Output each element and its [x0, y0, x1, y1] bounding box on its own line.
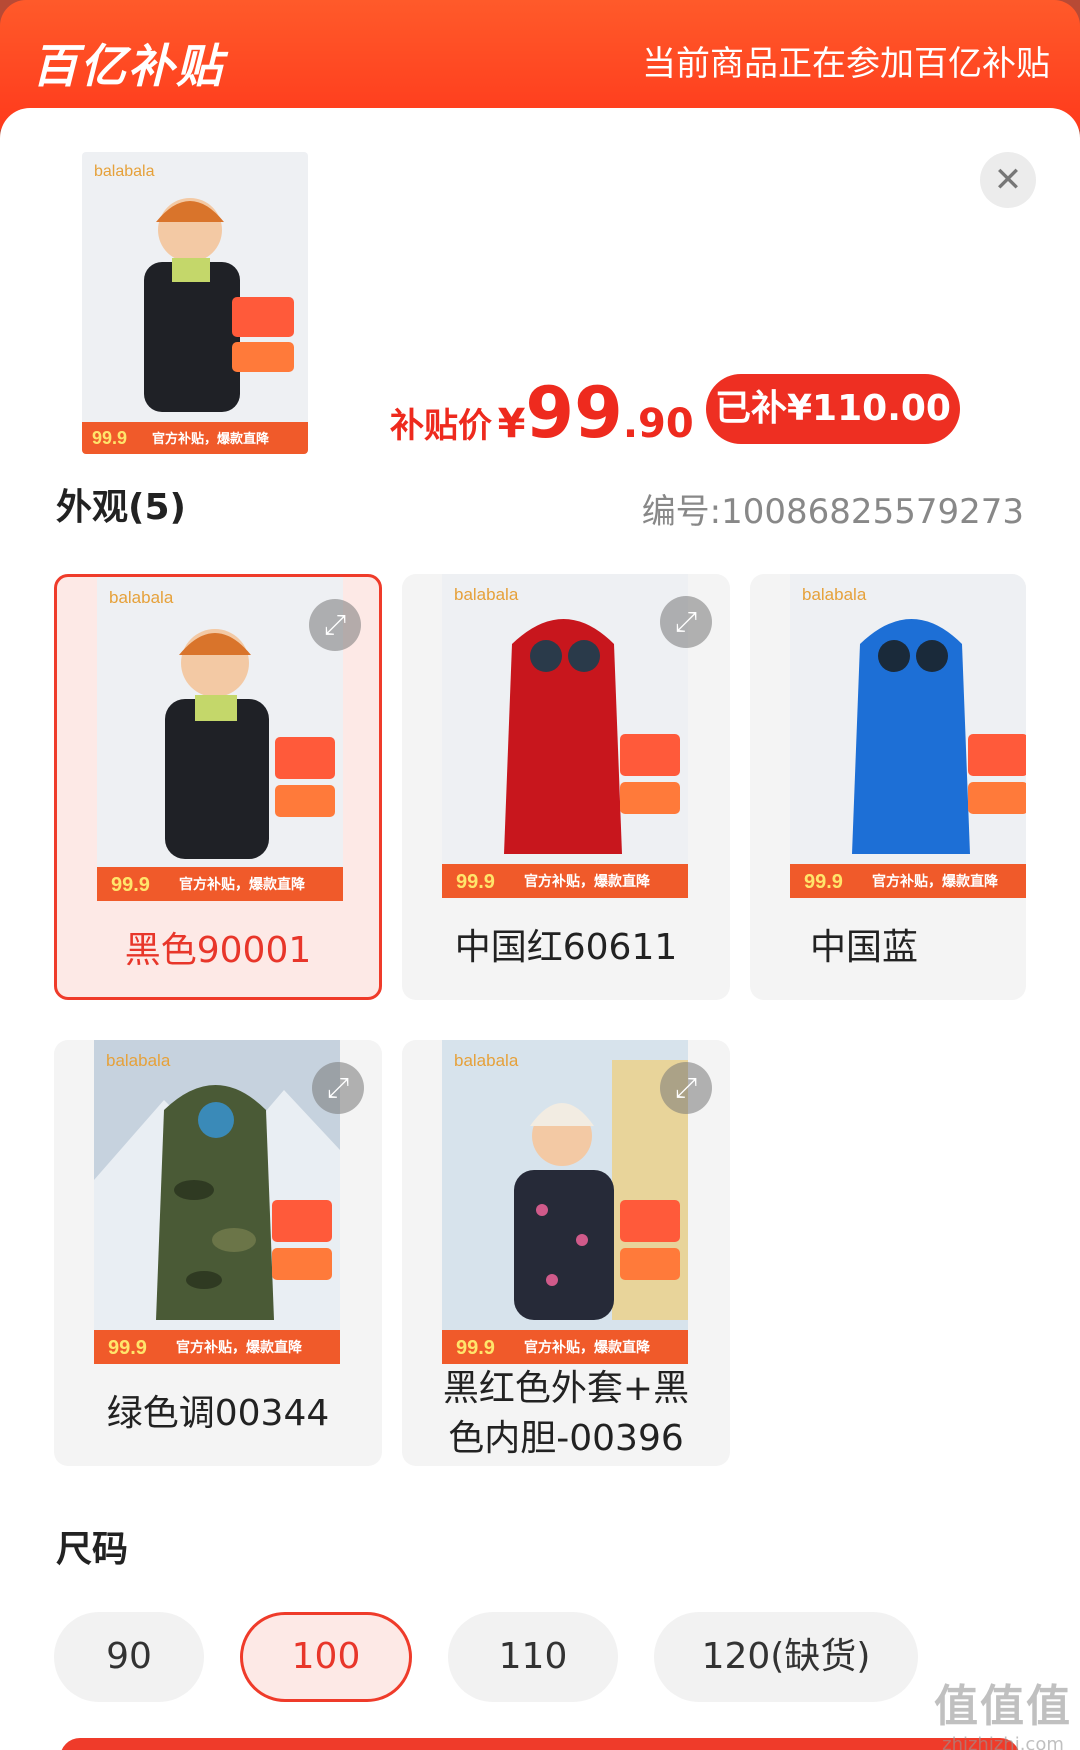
option-label-line1: 黑红色外套+黑	[442, 1368, 690, 1409]
option-thumbnail: balabala 99.9 官方补贴，爆款直降	[790, 574, 1026, 898]
thumb-brand-text: balabala	[454, 1051, 519, 1070]
thumb-brand-text: balabala	[106, 1051, 171, 1070]
size-option-110[interactable]: 110	[448, 1612, 618, 1702]
price-label: 补贴价	[390, 406, 492, 446]
option-label: 黑红色外套+黑 色内胆-00396	[402, 1364, 730, 1464]
confirm-button[interactable]	[60, 1738, 1020, 1750]
watermark-logo: 值值值	[934, 1681, 1072, 1732]
thumb-ribbon-text: 官方补贴，爆款直降	[524, 1339, 651, 1355]
coat-shape	[165, 699, 269, 859]
thumb-price-text: 99.9	[108, 1337, 147, 1359]
price-currency: ¥	[497, 401, 526, 447]
expand-icon[interactable]: ⤢	[660, 596, 712, 648]
thumb-price-text: 99.9	[111, 874, 150, 896]
thumb-price-text: 99.9	[456, 871, 495, 893]
coat-shape	[514, 1170, 614, 1320]
close-button[interactable]: ✕	[980, 152, 1036, 208]
coat-shape	[504, 619, 622, 854]
subsidy-banner-text: 当前商品正在参加百亿补贴	[642, 44, 1050, 84]
size-option-120-out-of-stock[interactable]: 120(缺货)	[654, 1612, 918, 1702]
sku-number: 编号:10086825579273	[641, 492, 1024, 532]
thumb-ribbon-text: 官方补贴，爆款直降	[524, 873, 651, 889]
thumb-brand-text: balabala	[454, 585, 519, 604]
thumb-brand-text: balabala	[94, 163, 155, 180]
coat-shape	[852, 619, 970, 854]
thumb-price-text: 99.9	[804, 871, 843, 893]
price-integer: 99	[525, 372, 623, 454]
appearance-title: 外观(5)	[56, 487, 186, 528]
thumb-brand-text: balabala	[802, 585, 867, 604]
watermark: 值值值 zhizhizhi.com	[934, 1670, 1072, 1750]
watermark-url: zhizhizhi.com	[942, 1734, 1064, 1750]
option-label: 黑色90001	[124, 930, 312, 971]
subsidy-brand-logo: 百亿补贴	[32, 39, 224, 93]
size-option-90[interactable]: 90	[54, 1612, 204, 1702]
thumb-ribbon-text: 官方补贴，爆款直降	[152, 431, 270, 446]
appearance-option-black[interactable]: balabala 99.9 官方补贴，爆款直降 ⤢ 黑色90001	[54, 574, 382, 1000]
option-label: 中国红60611	[454, 927, 678, 968]
appearance-option-blue[interactable]: balabala 99.9 官方补贴，爆款直降 中国蓝80510	[750, 574, 1026, 1000]
size-title: 尺码	[56, 1529, 129, 1570]
thumb-brand-text: balabala	[109, 588, 174, 607]
product-main-image[interactable]: balabala 99.9 官方补贴，爆款直降	[82, 152, 308, 454]
option-thumbnail: balabala 99.9 官方补贴，爆款直降	[94, 1040, 340, 1364]
option-label: 中国蓝80510	[810, 927, 919, 968]
option-thumbnail: balabala 99.9 官方补贴，爆款直降	[97, 577, 343, 901]
price-decimal: .90	[622, 401, 694, 447]
option-label: 绿色调00344	[106, 1393, 330, 1434]
size-option-100[interactable]: 100	[240, 1612, 412, 1702]
appearance-option-red[interactable]: balabala 99.9 官方补贴，爆款直降 ⤢ 中国红60611	[402, 574, 730, 1000]
expand-icon[interactable]: ⤢	[309, 599, 361, 651]
thumb-price-text: 99.9	[456, 1337, 495, 1359]
option-thumbnail: balabala 99.9 官方补贴，爆款直降	[442, 1040, 688, 1364]
expand-icon[interactable]: ⤢	[660, 1062, 712, 1114]
thumb-ribbon-text: 官方补贴，爆款直降	[872, 873, 999, 889]
subsidy-amount-badge: 已补¥110.00	[706, 374, 960, 444]
subsidy-price: 补贴价 ¥99.90	[390, 378, 694, 448]
thumb-ribbon-text: 官方补贴，爆款直降	[176, 1339, 303, 1355]
expand-icon[interactable]: ⤢	[312, 1062, 364, 1114]
close-icon: ✕	[993, 160, 1023, 200]
option-label-line2: 色内胆-00396	[448, 1418, 684, 1459]
thumb-price-text: 99.9	[92, 428, 127, 448]
appearance-option-green[interactable]: balabala 99.9 官方补贴，爆款直降 ⤢ 绿色调00344	[54, 1040, 382, 1466]
option-thumbnail: balabala 99.9 官方补贴，爆款直降	[442, 574, 688, 898]
appearance-option-black-red[interactable]: balabala 99.9 官方补贴，爆款直降 ⤢ 黑红色外套+黑 色内胆-00…	[402, 1040, 730, 1466]
thumb-ribbon-text: 官方补贴，爆款直降	[179, 876, 306, 892]
